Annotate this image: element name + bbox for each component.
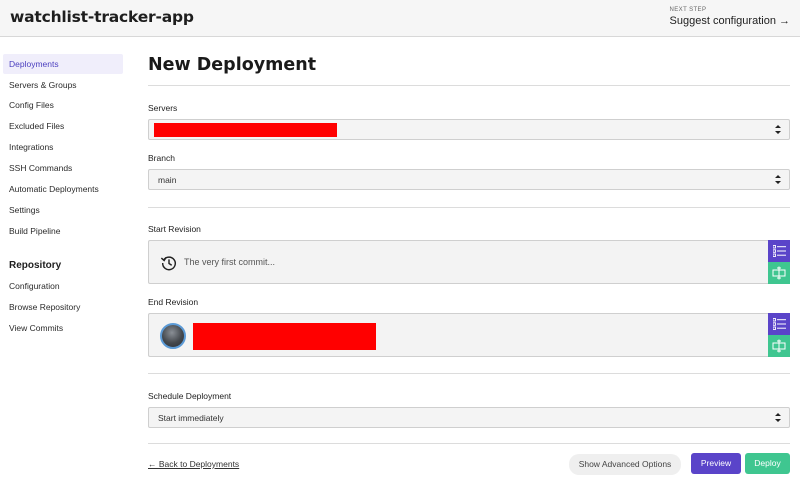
sidebar-item-view-commits[interactable]: View Commits: [3, 318, 123, 338]
sidebar: Deployments Servers & Groups Config File…: [0, 37, 133, 488]
top-bar: watchlist-tracker-app NEXT STEP Suggest …: [0, 0, 800, 37]
divider: [148, 207, 790, 208]
sidebar-item-integrations[interactable]: Integrations: [3, 137, 123, 157]
branch-label: Branch: [148, 153, 175, 163]
branch-value: main: [158, 175, 176, 185]
redacted-end-revision: [193, 323, 376, 350]
start-revision-field[interactable]: The very first commit...: [148, 240, 768, 284]
history-icon: [160, 254, 178, 272]
chevron-up-down-icon: [775, 412, 781, 423]
start-revision-compare-button[interactable]: [768, 262, 790, 284]
sidebar-item-ssh-commands[interactable]: SSH Commands: [3, 158, 123, 178]
sidebar-item-browse-repository[interactable]: Browse Repository: [3, 297, 123, 317]
end-revision-compare-button[interactable]: [768, 335, 790, 357]
sidebar-heading-repository: Repository: [9, 260, 61, 271]
chevron-up-down-icon: [775, 174, 781, 185]
sidebar-item-deployments[interactable]: Deployments: [3, 54, 123, 74]
sidebar-item-excluded-files[interactable]: Excluded Files: [3, 116, 123, 136]
commit-list-icon: [773, 245, 786, 257]
next-step-label: NEXT STEP: [670, 7, 790, 13]
schedule-select[interactable]: Start immediately: [148, 407, 790, 428]
page-title: New Deployment: [148, 55, 316, 75]
end-revision-label: End Revision: [148, 297, 198, 307]
chevron-up-down-icon: [775, 124, 781, 135]
servers-label: Servers: [148, 103, 177, 113]
commit-compare-icon: [772, 266, 786, 280]
start-revision-label: Start Revision: [148, 224, 201, 234]
start-revision-placeholder: The very first commit...: [184, 257, 275, 267]
start-revision-list-button[interactable]: [768, 240, 790, 262]
servers-select[interactable]: [148, 119, 790, 140]
show-advanced-options-button[interactable]: Show Advanced Options: [569, 454, 681, 475]
sidebar-item-build-pipeline[interactable]: Build Pipeline: [3, 221, 123, 241]
commit-list-icon: [773, 318, 786, 330]
next-step: NEXT STEP Suggest configuration →: [670, 7, 790, 27]
redacted-servers: [154, 123, 337, 137]
sidebar-item-config-files[interactable]: Config Files: [3, 95, 123, 115]
commit-compare-icon: [772, 339, 786, 353]
schedule-value: Start immediately: [158, 413, 224, 423]
sidebar-item-configuration[interactable]: Configuration: [3, 276, 123, 296]
schedule-label: Schedule Deployment: [148, 391, 231, 401]
avatar: [160, 323, 186, 349]
preview-button[interactable]: Preview: [691, 453, 741, 474]
sidebar-item-servers-groups[interactable]: Servers & Groups: [3, 75, 123, 95]
divider: [148, 443, 790, 444]
sidebar-item-automatic-deployments[interactable]: Automatic Deployments: [3, 179, 123, 199]
deploy-button[interactable]: Deploy: [745, 453, 790, 474]
divider: [148, 85, 790, 86]
end-revision-field[interactable]: [148, 313, 768, 357]
back-to-deployments-link[interactable]: ← Back to Deployments: [148, 459, 239, 469]
end-revision-list-button[interactable]: [768, 313, 790, 335]
suggest-configuration-link[interactable]: Suggest configuration →: [670, 15, 790, 27]
sidebar-item-settings[interactable]: Settings: [3, 200, 123, 220]
branch-select[interactable]: main: [148, 169, 790, 190]
app-title: watchlist-tracker-app: [10, 8, 194, 26]
divider: [148, 373, 790, 374]
